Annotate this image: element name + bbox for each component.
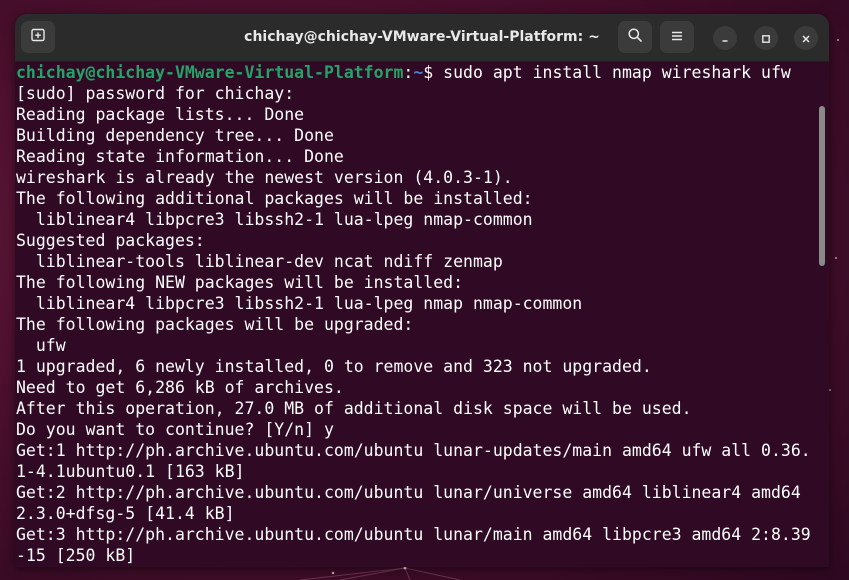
output-line: 1 upgraded, 6 newly installed, 0 to remo… (16, 357, 652, 376)
output-line: Reading state information... Done (16, 147, 344, 166)
new-tab-button[interactable] (21, 21, 55, 53)
terminal-window: chichay@chichay-VMware-Virtual-Platform:… (15, 14, 829, 567)
prompt-path: ~ (413, 63, 424, 82)
prompt-command: sudo apt install nmap wireshark ufw (443, 63, 791, 82)
maximize-icon (761, 29, 771, 48)
output-line: [sudo] password for chichay: (16, 84, 295, 103)
new-tab-icon (30, 27, 46, 47)
output-line: Get:2 http://ph.archive.ubuntu.com/ubunt… (16, 483, 801, 502)
terminal-output[interactable]: chichay@chichay-VMware-Virtual-Platform:… (15, 62, 823, 567)
close-button[interactable] (794, 26, 818, 50)
prompt-symbol: $ (423, 63, 444, 82)
output-line: Reading package lists... Done (16, 105, 305, 124)
output-line: The following NEW packages will be insta… (16, 273, 464, 292)
output-line: Building dependency tree... Done (16, 126, 334, 145)
prompt-line: chichay@chichay-VMware-Virtual-Platform:… (15, 62, 823, 83)
minimize-button[interactable] (713, 26, 737, 50)
output-line: Need to get 6,286 kB of archives. (16, 378, 344, 397)
output-line: ufw (16, 336, 66, 355)
minimize-icon (720, 29, 730, 48)
window-title: chichay@chichay-VMware-Virtual-Platform:… (244, 29, 600, 45)
output-line: liblinear-tools liblinear-dev ncat ndiff… (16, 252, 503, 271)
output-line: Suggested packages: (16, 231, 205, 250)
prompt-user-host: chichay@chichay-VMware-Virtual-Platform (16, 63, 404, 82)
hamburger-menu-icon (670, 28, 684, 47)
output-line: -15 [250 kB] (16, 546, 136, 565)
output-line: liblinear4 libpcre3 libssh2-1 lua-lpeg n… (16, 210, 533, 229)
maximize-button[interactable] (754, 26, 778, 50)
output-line: The following additional packages will b… (16, 189, 533, 208)
output-line: Get:3 http://ph.archive.ubuntu.com/ubunt… (16, 525, 811, 544)
menu-button[interactable] (660, 21, 694, 53)
search-icon (627, 27, 643, 47)
output-line: Get:1 http://ph.archive.ubuntu.com/ubunt… (16, 441, 811, 460)
output-line: wireshark is already the newest version … (16, 168, 513, 187)
output-line: liblinear4 libpcre3 libssh2-1 lua-lpeg n… (16, 294, 583, 313)
output-line: 1-4.1ubuntu0.1 [163 kB] (16, 462, 245, 481)
output-line: After this operation, 27.0 MB of additio… (16, 399, 692, 418)
output-line: 2.3.0+dfsg-5 [41.4 kB] (16, 504, 235, 523)
title-bar[interactable]: chichay@chichay-VMware-Virtual-Platform:… (15, 14, 829, 62)
output-line: The following packages will be upgraded: (16, 315, 414, 334)
prompt-separator: : (403, 63, 414, 82)
scrollbar[interactable] (819, 106, 825, 266)
output-line: Do you want to continue? [Y/n] y (16, 420, 334, 439)
search-button[interactable] (618, 21, 652, 53)
close-icon (801, 29, 811, 48)
